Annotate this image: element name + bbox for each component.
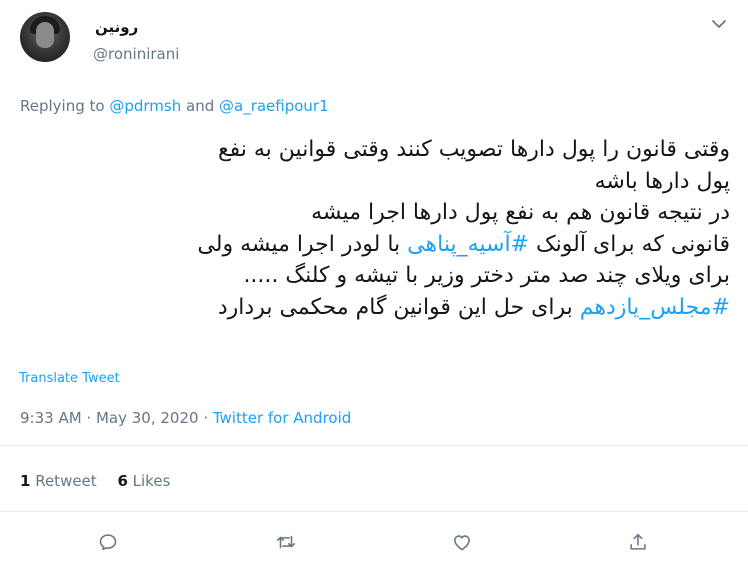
chevron-down-icon[interactable]: [709, 16, 729, 32]
reply-icon: [99, 534, 117, 551]
user-handle[interactable]: @roninirani: [93, 45, 179, 63]
hashtag-link[interactable]: #مجلس_یازدهم: [580, 295, 730, 320]
meta-separator: ·: [198, 409, 213, 427]
tweet-text: وقتی قانون را پول دارها تصویب کنند وقتی …: [14, 134, 730, 323]
avatar[interactable]: [20, 12, 70, 62]
display-name[interactable]: رونین: [95, 18, 138, 36]
avatar-face: [36, 22, 54, 48]
tweet-line: قانونی که برای آلونک #آسیه_پناهی با لودر…: [14, 229, 730, 261]
retweets-count: 1: [20, 472, 31, 490]
tweet-date[interactable]: May 30, 2020: [96, 409, 199, 427]
tweet-meta: 9:33 AM · May 30, 2020 · Twitter for And…: [20, 409, 351, 427]
likes-stat[interactable]: 6 Likes: [117, 472, 170, 490]
tweet-time[interactable]: 9:33 AM: [20, 409, 82, 427]
heart-icon: [454, 535, 470, 551]
tweet-source-link[interactable]: Twitter for Android: [213, 409, 351, 427]
tweet-stats: 1 Retweet 6 Likes: [20, 472, 186, 490]
tweet-line: وقتی قانون را پول دارها تصویب کنند وقتی …: [217, 137, 730, 162]
tweet-line: #مجلس_یازدهم برای حل این قوانین گام محکم…: [14, 292, 730, 324]
replying-prefix: Replying to: [20, 97, 110, 115]
tweet-line: برای ویلای چند صد متر دختر وزیر با تیشه …: [243, 263, 730, 288]
mention-link[interactable]: @a_raefipour1: [219, 97, 329, 115]
likes-count: 6: [117, 472, 128, 490]
replying-and: and: [181, 97, 219, 115]
divider: [0, 511, 748, 512]
tweet-line: پول دارها باشه: [594, 168, 730, 194]
retweets-label: Retweet: [30, 472, 97, 490]
meta-separator: ·: [81, 409, 96, 427]
like-button[interactable]: [448, 528, 476, 556]
tweet-fragment: با لودر اجرا میشه ولی: [197, 231, 408, 257]
reply-button[interactable]: [94, 528, 122, 556]
mention-link[interactable]: @pdrmsh: [109, 97, 181, 115]
retweet-icon: [276, 535, 296, 549]
replying-to: Replying to @pdrmsh and @a_raefipour1: [20, 97, 329, 115]
retweets-stat[interactable]: 1 Retweet: [20, 472, 97, 490]
share-icon: [630, 533, 646, 550]
retweet-button[interactable]: [272, 528, 300, 556]
tweet-line: در نتیجه قانون هم به نفع پول دارها اجرا …: [311, 200, 730, 225]
tweet-fragment: برای حل این قوانین گام محکمی بردارد: [217, 294, 580, 320]
tweet-fragment: قانونی که برای آلونک: [529, 231, 730, 257]
share-button[interactable]: [624, 528, 652, 556]
divider: [0, 445, 748, 446]
hashtag-link[interactable]: #آسیه_پناهی: [407, 232, 529, 257]
translate-tweet-link[interactable]: Translate Tweet: [19, 371, 120, 386]
likes-label: Likes: [127, 472, 171, 490]
